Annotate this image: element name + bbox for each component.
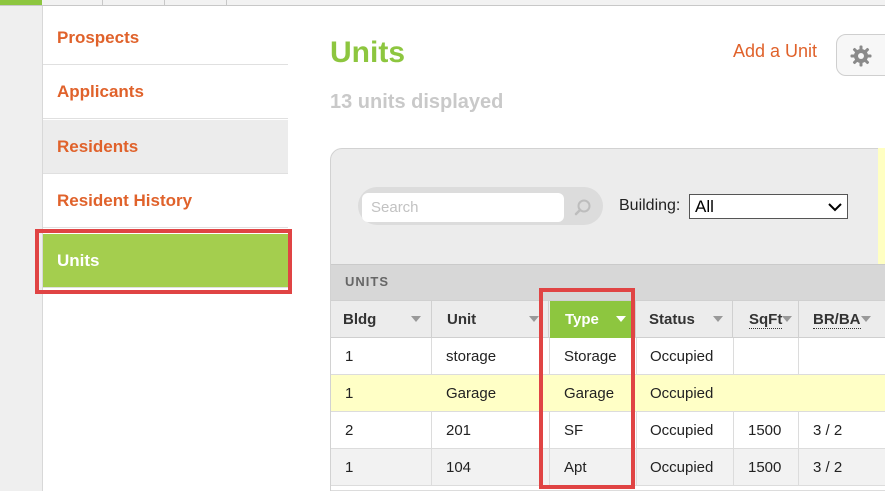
- cell-brba: 3 / 2: [799, 412, 885, 448]
- column-header-status[interactable]: Status: [637, 301, 733, 338]
- cell-brba: [799, 375, 885, 411]
- cell-bldg: 1: [331, 375, 432, 411]
- cell-sqft: [734, 375, 799, 411]
- cell-sqft: 1500: [734, 449, 799, 485]
- cell-value: 1500: [748, 459, 782, 476]
- sort-caret-icon: [713, 316, 723, 322]
- sort-caret-icon: [782, 316, 792, 322]
- highlight-box-type-column: [539, 288, 635, 489]
- search-input[interactable]: [362, 193, 564, 222]
- column-header-label: Status: [649, 311, 695, 328]
- column-header-label: SqFt: [749, 311, 783, 329]
- cell-value: 1: [345, 348, 354, 365]
- add-unit-link[interactable]: Add a Unit: [733, 41, 817, 62]
- sort-caret-icon: [861, 316, 871, 322]
- cell-status: Occupied: [637, 412, 734, 448]
- cell-value: 1500: [748, 422, 782, 439]
- column-header-label: BR/BA: [813, 311, 861, 329]
- building-select-value: All: [695, 197, 714, 216]
- sidebar-item-label: Prospects: [57, 27, 140, 47]
- sidebar-item-applicants[interactable]: Applicants: [43, 65, 289, 119]
- cell-value: 104: [446, 459, 472, 476]
- cell-brba: [799, 338, 885, 374]
- sort-caret-icon: [529, 316, 539, 322]
- column-header-label: Bldg: [343, 311, 377, 328]
- units-section-label: UNITS: [345, 274, 389, 289]
- page-title: Units: [330, 36, 405, 69]
- cell-value: 2: [345, 422, 354, 439]
- building-select[interactable]: All: [689, 194, 848, 219]
- cell-status: Occupied: [637, 375, 734, 411]
- settings-button[interactable]: [836, 34, 885, 76]
- gear-icon: [850, 45, 872, 67]
- cell-status: Occupied: [637, 338, 734, 374]
- column-header-sqft[interactable]: SqFt: [734, 301, 799, 338]
- sidebar-item-residents[interactable]: Residents: [43, 120, 289, 174]
- cell-value: storage: [446, 348, 497, 365]
- cell-value: Occupied: [650, 385, 714, 402]
- cell-unit: Garage: [432, 375, 550, 411]
- sort-caret-icon: [411, 316, 421, 322]
- cell-value: 1: [345, 385, 354, 402]
- column-header-unit[interactable]: Unit: [432, 301, 549, 338]
- sidebar-item-label: Applicants: [57, 81, 144, 101]
- cell-value: Occupied: [650, 348, 714, 365]
- sidebar-item-label: Residents: [57, 136, 139, 156]
- cell-value: 201: [446, 422, 472, 439]
- cell-unit: 104: [432, 449, 550, 485]
- cell-value: Occupied: [650, 459, 714, 476]
- cell-value: Occupied: [650, 422, 714, 439]
- cell-value: 1: [345, 459, 354, 476]
- chevron-down-icon: [828, 203, 842, 212]
- cell-bldg: 1: [331, 338, 432, 374]
- cell-value: 3 / 2: [813, 422, 843, 439]
- column-header-bldg[interactable]: Bldg: [331, 301, 432, 338]
- cell-value: Garage: [446, 385, 497, 402]
- search-icon[interactable]: [573, 198, 593, 218]
- highlight-box-units-nav: [35, 229, 292, 294]
- units-count: 13 units displayed: [330, 91, 504, 113]
- cell-bldg: 2: [331, 412, 432, 448]
- cell-unit: storage: [432, 338, 550, 374]
- cell-sqft: 1500: [734, 412, 799, 448]
- sidebar-item-label: Resident History: [57, 190, 193, 210]
- column-header-brba[interactable]: BR/BA: [799, 301, 885, 338]
- building-label: Building:: [619, 197, 681, 214]
- cell-status: Occupied: [637, 449, 734, 485]
- cell-sqft: [734, 338, 799, 374]
- column-header-label: Unit: [447, 311, 477, 328]
- active-tab-indicator: [0, 0, 42, 5]
- cell-bldg: 1: [331, 449, 432, 485]
- sidebar-item-prospects[interactable]: Prospects: [43, 11, 289, 65]
- cell-unit: 201: [432, 412, 550, 448]
- cell-brba: 3 / 2: [799, 449, 885, 485]
- sidebar-item-resident-history[interactable]: Resident History: [43, 174, 289, 228]
- cell-value: 3 / 2: [813, 459, 843, 476]
